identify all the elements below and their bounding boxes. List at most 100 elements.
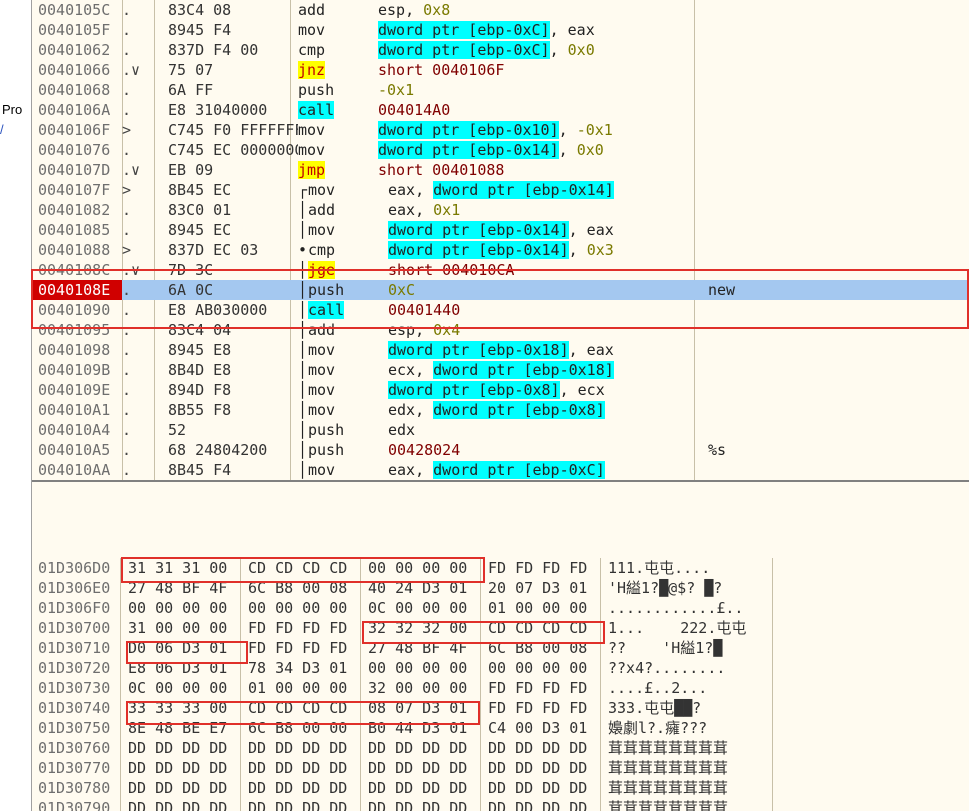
instruction-operands: 0xC (388, 280, 728, 300)
disasm-row[interactable]: 004010A4. 52 push edx │ (32, 420, 969, 440)
disasm-row[interactable]: 0040105F. 8945 F4 mov dword ptr [ebp-0xC], … (32, 20, 969, 40)
disasm-row[interactable]: 00401068. 6A FF push -0x1 (32, 80, 969, 100)
disasm-row[interactable]: 0040106F > C745 F0 FFFFFFFFmov dword ptr [e… (32, 120, 969, 140)
flow-marker: .∨ (122, 161, 141, 179)
flow-marker: . (122, 221, 132, 239)
dump-byte-group: C4 00 D3 01 (488, 719, 588, 737)
disasm-row[interactable]: 00401098. 8945 E8 mov dword ptr [ebp-0x18],… (32, 340, 969, 360)
disasm-row[interactable]: 0040108C .∨ 7D 3C jge short 004010CA │ (32, 260, 969, 280)
dump-byte-group: D0 06 D3 01 (128, 639, 228, 657)
loop-bracket: ┌ (298, 181, 308, 199)
disasm-row[interactable]: 004010AA. 8B45 F4 mov eax, dword ptr [ebp-0… (32, 460, 969, 480)
mnemonic-text: cmp (298, 41, 326, 59)
operand-part: dword ptr [ebp-0xC] (378, 21, 550, 39)
loop-bracket: │ (298, 201, 308, 219)
instruction-operands: short 0040106F (378, 60, 718, 80)
disasm-row[interactable]: 00401076. C745 EC 00000000mov dword ptr [e… (32, 140, 969, 160)
disassembly-pane[interactable]: 0040105C. 83C4 08 add esp, 0x8 0040105F. 8945… (32, 0, 969, 480)
instruction-address: 0040108C (38, 261, 111, 279)
instruction-address: 0040105F (38, 21, 111, 39)
disasm-row[interactable]: 0040106A. E8 31040000 call 004014A0 (32, 100, 969, 120)
instruction-address: 0040105C (38, 1, 111, 19)
dump-byte-group: DD DD DD DD (488, 779, 588, 797)
operand-part: dword ptr [ebp-0x8] (388, 381, 560, 399)
disasm-row[interactable]: 00401085. 8945 EC mov dword ptr [ebp-0x14],… (32, 220, 969, 240)
disasm-row[interactable]: 00401062. 837D F4 00 cmp dword ptr [ebp-0xC… (32, 40, 969, 60)
instruction-mnemonic: jnz (298, 60, 378, 80)
mnemonic-text: mov (298, 141, 326, 159)
mnemonic-text: mov (308, 341, 336, 359)
operand-part: 004014A0 (378, 101, 451, 119)
dump-row[interactable]: 01D306E0 27 48 BF 4F 6C B8 00 08 40 24 D3 0… (32, 578, 969, 598)
instruction-operands: dword ptr [ebp-0x18], eax (388, 340, 728, 360)
loop-bracket: │ (298, 401, 308, 419)
disasm-row[interactable]: 0040109E. 894D F8 mov dword ptr [ebp-0x8], … (32, 380, 969, 400)
disasm-row[interactable]: 0040107F >8B45 EC mov eax, dword ptr [ebp-0… (32, 180, 969, 200)
disasm-row[interactable]: 00401066 .∨ 75 07 jnz short 0040106F (32, 60, 969, 80)
dump-byte-group: FD FD FD FD (488, 559, 588, 577)
dump-row[interactable]: 01D30740 33 33 33 00 CD CD CD CD 08 07 D3 0… (32, 698, 969, 718)
operand-part: eax, (388, 181, 434, 199)
dump-row[interactable]: 01D30790 DD DD DD DD DD DD DD DD DD DD DD D… (32, 798, 969, 811)
dump-row[interactable]: 01D30710 D0 06 D3 01 FD FD FD FD 27 48 BF 4… (32, 638, 969, 658)
instruction-address: 0040106A (38, 101, 111, 119)
instruction-operands: 00428024 (388, 440, 728, 460)
dump-address: 01D306D0 (38, 559, 111, 577)
dump-row[interactable]: 01D30700 31 00 00 00 FD FD FD FD 32 32 32 0… (32, 618, 969, 638)
disasm-row[interactable]: 00401095. 83C4 04 add esp, 0x4 │ (32, 320, 969, 340)
flow-marker: . (122, 441, 132, 459)
disasm-row[interactable]: 0040109B. 8B4D E8 mov ecx, dword ptr [ebp-0… (32, 360, 969, 380)
disasm-row[interactable]: 00401090. E8 AB030000 call 00401440 │ (32, 300, 969, 320)
operand-part: -0x1 (378, 81, 415, 99)
mnemonic-text: push (308, 421, 345, 439)
disasm-row[interactable]: 00401088 >837D EC 03 cmp dword ptr [ebp-0x1… (32, 240, 969, 260)
disasm-row[interactable]: 0040105C. 83C4 08 add esp, 0x8 (32, 0, 969, 20)
instruction-bytes: 837D F4 00 (168, 41, 259, 59)
mnemonic-text: push (298, 81, 335, 99)
dump-row[interactable]: 01D30750 8E 48 BE E7 6C B8 00 00 B0 44 D3 0… (32, 718, 969, 738)
mnemonic-text: mov (308, 461, 336, 479)
dump-ascii: ....£..2... (608, 679, 708, 697)
dump-row[interactable]: 01D30760 DD DD DD DD DD DD DD DD DD DD DD D… (32, 738, 969, 758)
mnemonic-text: add (298, 1, 326, 19)
disasm-row[interactable]: 0040108E. 6A 0C push 0xC new │ (32, 280, 969, 300)
instruction-address: 004010A4 (38, 421, 111, 439)
flow-marker: > (122, 121, 132, 139)
dump-row[interactable]: 01D30770 DD DD DD DD DD DD DD DD DD DD DD D… (32, 758, 969, 778)
instruction-mnemonic: mov (308, 400, 388, 420)
info-pane[interactable] (32, 480, 969, 560)
hex-dump-pane[interactable]: 01D306D0 31 31 31 00 CD CD CD CD 00 00 00 0… (32, 558, 969, 811)
dump-byte-group: DD DD DD DD (128, 759, 228, 777)
dump-row[interactable]: 01D30720 E8 06 D3 01 78 34 D3 01 00 00 00 0… (32, 658, 969, 678)
instruction-operands: short 004010CA (388, 260, 728, 280)
instruction-comment: %s (708, 441, 727, 459)
disasm-row[interactable]: 00401082. 83C0 01 add eax, 0x1 │ (32, 200, 969, 220)
instruction-operands: dword ptr [ebp-0x8], ecx (388, 380, 728, 400)
dump-row[interactable]: 01D306D0 31 31 31 00 CD CD CD CD 00 00 00 0… (32, 558, 969, 578)
dump-address: 01D30710 (38, 639, 111, 657)
disasm-row[interactable]: 0040107D .∨ EB 09 jmp short 00401088 (32, 160, 969, 180)
disasm-row[interactable]: 004010A5. 68 24804200 push 00428024 %s │ (32, 440, 969, 460)
dump-row[interactable]: 01D30730 0C 00 00 00 01 00 00 00 32 00 00 0… (32, 678, 969, 698)
dump-ascii: 'H縊1?█@$? █? (608, 579, 723, 597)
instruction-address: 00401076 (38, 141, 111, 159)
flow-marker: . (122, 381, 132, 399)
operand-part: , eax (568, 341, 614, 359)
instruction-address: 00401066 (38, 61, 111, 79)
operand-part: 0x0 (567, 41, 595, 59)
instruction-bytes: 8B4D E8 (168, 361, 232, 379)
mnemonic-text: jnz (298, 61, 326, 79)
dump-byte-group: 00 00 00 00 (248, 599, 348, 617)
left-panel-link-fragment[interactable]: / (0, 122, 4, 137)
instruction-mnemonic: call (308, 300, 388, 320)
instruction-mnemonic: mov (298, 140, 378, 160)
instruction-operands: eax, dword ptr [ebp-0xC] (388, 460, 728, 480)
disasm-row[interactable]: 004010A1. 8B55 F8 mov edx, dword ptr [ebp-0… (32, 400, 969, 420)
dump-row[interactable]: 01D30780 DD DD DD DD DD DD DD DD DD DD DD D… (32, 778, 969, 798)
operand-part: , (558, 141, 577, 159)
dump-byte-group: DD DD DD DD (248, 799, 348, 811)
dump-row[interactable]: 01D306F0 00 00 00 00 00 00 00 00 0C 00 00 0… (32, 598, 969, 618)
operand-part: 0x3 (586, 241, 614, 259)
flow-marker: .∨ (122, 61, 141, 79)
instruction-bytes: E8 AB030000 (168, 301, 268, 319)
